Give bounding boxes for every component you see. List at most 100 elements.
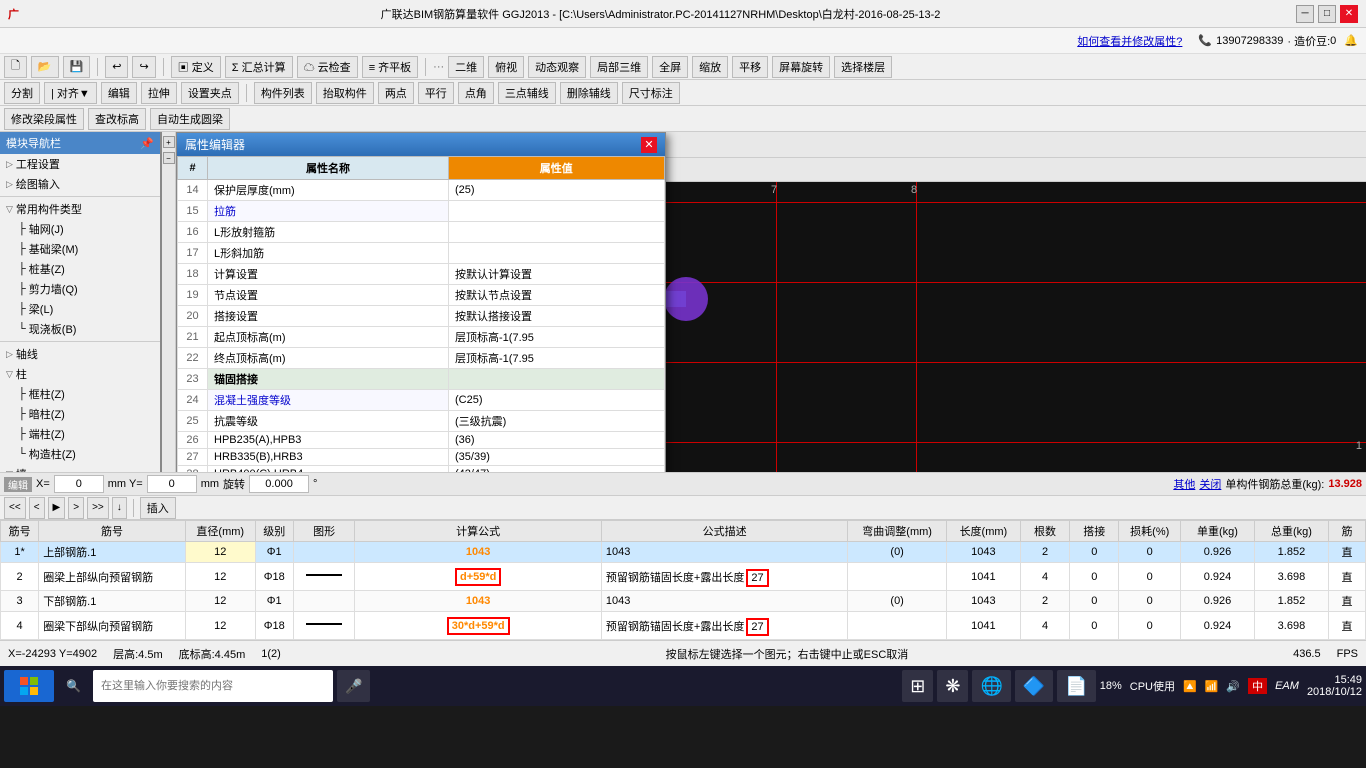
x-input[interactable] [54,475,104,493]
close-btn-label[interactable]: 关闭 [1199,476,1221,492]
axis-label: 轴网(J) [29,221,64,237]
modify-segment-button[interactable]: 修改梁段属性 [4,108,84,130]
parallel-button[interactable]: 平行 [418,82,454,104]
sidebar-item-structural-col[interactable]: └构造柱(Z) [0,444,160,464]
sidebar-item-shear-wall[interactable]: ├剪力墙(Q) [0,279,160,299]
sidebar-item-pile[interactable]: ├桩基(Z) [0,259,160,279]
base-height: 底标高:4.45m [179,646,246,662]
split-button[interactable]: 分割 [4,82,40,104]
rebar-table-container[interactable]: 筋号 筋号 直径(mm) 级别 图形 计算公式 公式描述 弯曲调整(mm) 长度… [0,520,1366,640]
mini-minus-button[interactable]: − [163,152,175,164]
nav-last[interactable]: >> [87,497,109,519]
start-button[interactable] [4,670,54,702]
sidebar-item-hidden-col[interactable]: ├暗柱(Z) [0,404,160,424]
open-button[interactable]: 📂 [31,56,59,78]
set-anchor-button[interactable]: 设置夹点 [181,82,239,104]
how-to-query[interactable]: 如何查看并修改属性? [1077,33,1182,49]
sidebar-group-columns[interactable]: ▽ 柱 [0,364,160,384]
ec-icon: ├ [18,428,26,440]
taskbar-search-input[interactable] [93,670,333,702]
engineering-label: 工程设置 [16,156,60,172]
dim-button[interactable]: 尺寸标注 [622,82,680,104]
check-height-button[interactable]: 查改标高 [88,108,146,130]
rebar-extra: 直 [1328,542,1365,563]
minimize-button[interactable]: ─ [1296,5,1314,23]
nav-play[interactable]: ▶ [48,497,66,519]
formula-value: 1043 [466,595,490,607]
btn-2d[interactable]: 二维 [448,56,484,78]
rotate-input[interactable] [249,475,309,493]
mini-plus-button[interactable]: + [163,136,175,148]
prop-row-value: 按默认计算设置 [449,264,664,285]
btn-zoomout[interactable]: 缩放 [692,56,728,78]
other-button[interactable]: 其他 [1173,476,1195,492]
redo-button[interactable]: ↪ [132,56,155,78]
sidebar-item-slab[interactable]: └现浇板(B) [0,319,160,339]
btn-pan[interactable]: 平移 [732,56,768,78]
sidebar-item-axis[interactable]: ├轴网(J) [0,219,160,239]
save-button[interactable]: 💾 [63,56,91,78]
btn-view[interactable]: 俯视 [488,56,524,78]
th-count: 根数 [1020,521,1069,542]
sc-icon: └ [18,448,26,460]
taskbar-app2[interactable]: ❋ [937,670,968,702]
sidebar-item-engineering[interactable]: ▷ 工程设置 [0,154,160,174]
sidebar-item-beam[interactable]: ├梁(L) [0,299,160,319]
nav-prev[interactable]: < [29,497,45,519]
nav-first[interactable]: << [4,497,26,519]
two-points-button[interactable]: 两点 [378,82,414,104]
toolbar-row-3: 修改梁段属性 查改标高 自动生成圆梁 [0,106,1366,132]
nav-next[interactable]: > [68,497,84,519]
rebar-grade: Φ1 [255,591,293,612]
angle-button[interactable]: 点角 [458,82,494,104]
nav-down[interactable]: ↓ [112,497,127,519]
sidebar-item-frame-col[interactable]: ├框柱(Z) [0,384,160,404]
search-button[interactable]: 🔍 [58,670,89,702]
extract-button[interactable]: 抬取构件 [316,82,374,104]
taskbar-app4[interactable]: 🔷 [1015,670,1053,702]
stretch-button[interactable]: 拉伸 [141,82,177,104]
btn-dynamic[interactable]: 动态观察 [528,56,586,78]
summary-button[interactable]: Σ 汇总计算 [225,56,293,78]
btn-partial3d[interactable]: 局部三维 [590,56,648,78]
component-list-button[interactable]: 构件列表 [254,82,312,104]
auto-gen-button[interactable]: 自动生成圆梁 [150,108,230,130]
sidebar-item-drawing[interactable]: ▷ 绘图输入 [0,174,160,194]
ime-label[interactable]: 中 [1248,678,1267,694]
close-button[interactable]: ✕ [1340,5,1358,23]
edit-button[interactable]: 编辑 [101,82,137,104]
total-rebar-value: 13.928 [1328,478,1362,490]
define-button[interactable]: ▣ 定义 [171,56,221,78]
level-button[interactable]: ≡ 齐平板 [362,56,418,78]
sidebar-pin-icon[interactable]: 📌 [140,137,154,150]
taskbar: 🔍 🎤 ⊞ ❋ 🌐 🔷 📄 18% CPU使用 🔼 📶 🔊 中 EAM 15:4… [0,666,1366,706]
insert-button[interactable]: 插入 [140,497,176,519]
new-button[interactable]: 🗋 [4,56,27,78]
y-input[interactable] [147,475,197,493]
undo-button[interactable]: ↩ [105,56,128,78]
dialog-title-bar[interactable]: 属性编辑器 ✕ [177,133,665,156]
cloud-check-button[interactable]: ☁ 云检查 [297,56,358,78]
maximize-button[interactable]: □ [1318,5,1336,23]
taskbar-app5[interactable]: 📄 [1057,670,1095,702]
property-scroll-area[interactable]: # 属性名称 属性值 14 保护层厚度(mm) (25) 15 拉筋 16 L形… [177,156,665,472]
sidebar-group-walls[interactable]: ▽ 墙 [0,464,160,472]
expand-icon2: ▷ [6,179,13,190]
delete-aux-button[interactable]: 删除辅线 [560,82,618,104]
btn-rotate[interactable]: 屏幕旋转 [772,56,830,78]
sidebar-item-end-col[interactable]: ├端柱(Z) [0,424,160,444]
taskbar-mic-button[interactable]: 🎤 [337,670,370,702]
btn-select-layer[interactable]: 选择楼层 [834,56,892,78]
taskbar-app1[interactable]: ⊞ [902,670,933,702]
sidebar-item-foundation-beam[interactable]: ├基础梁(M) [0,239,160,259]
rebar-num: 2 [1,563,39,591]
align-button[interactable]: | 对齐▼ [44,82,97,104]
bottom-table-area: << < ▶ > >> ↓ 插入 筋号 筋号 直径(mm) 级别 图形 计算公式… [0,496,1366,640]
dialog-close-button[interactable]: ✕ [641,137,657,153]
sidebar-group-common[interactable]: ▽ 常用构件类型 [0,199,160,219]
rebar-diameter[interactable]: 12 [185,542,255,563]
sidebar-group-axis-lines[interactable]: ▷ 轴线 [0,344,160,364]
three-points-button[interactable]: 三点辅线 [498,82,556,104]
btn-fullscreen[interactable]: 全屏 [652,56,688,78]
taskbar-app3[interactable]: 🌐 [972,670,1010,702]
